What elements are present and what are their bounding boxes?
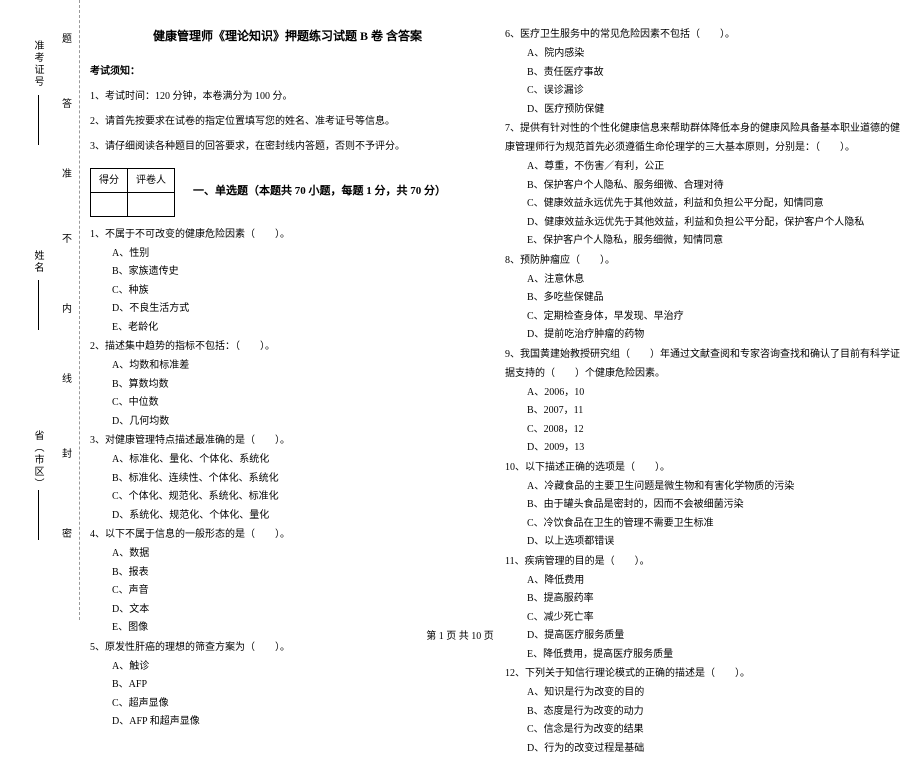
seal-bu: 不	[62, 230, 72, 245]
option: C、冷饮食品在卫生的管理不需要卫生标准	[505, 515, 900, 534]
option: D、医疗预防保健	[505, 101, 900, 120]
question: 2、描述集中趋势的指标不包括：（ ）。	[90, 337, 485, 356]
option: D、文本	[90, 601, 485, 620]
left-questions: 1、不属于不可改变的健康危险因素（ ）。A、性别B、家族遗传史C、种族D、不良生…	[90, 225, 485, 732]
option: D、行为的改变过程是基础	[505, 740, 900, 758]
option: B、AFP	[90, 676, 485, 695]
left-column: 健康管理师《理论知识》押题练习试题 B 卷 含答案 考试须知： 1、考试时间：1…	[90, 25, 485, 758]
notice-header: 考试须知：	[90, 62, 485, 81]
option: B、提高服药率	[505, 590, 900, 609]
option: A、院内感染	[505, 45, 900, 64]
question: 7、提供有针对性的个性化健康信息来帮助群体降低本身的健康风险具备基本职业道德的健…	[505, 119, 900, 157]
option: C、超声显像	[90, 695, 485, 714]
option: C、声音	[90, 582, 485, 601]
question: 4、以下不属于信息的一般形态的是（ ）。	[90, 525, 485, 544]
option: E、保护客户个人隐私，服务细微，知情同意	[505, 232, 900, 251]
option: A、冷藏食品的主要卫生问题是微生物和有害化学物质的污染	[505, 478, 900, 497]
option: D、以上选项都错误	[505, 533, 900, 552]
option: D、提前吃治疗肿瘤的药物	[505, 326, 900, 345]
option: A、2006，10	[505, 384, 900, 403]
seal-nei: 内	[62, 300, 72, 315]
option: C、种族	[90, 282, 485, 301]
option: B、态度是行为改变的动力	[505, 703, 900, 722]
option: B、家族遗传史	[90, 263, 485, 282]
seal-mi: 密	[62, 525, 72, 540]
province-line	[38, 490, 39, 540]
question: 11、疾病管理的目的是（ ）。	[505, 552, 900, 571]
option: A、数据	[90, 545, 485, 564]
admission-label: 准考证号	[30, 40, 45, 88]
exam-title: 健康管理师《理论知识》押题练习试题 B 卷 含答案	[90, 25, 485, 48]
page-content: 健康管理师《理论知识》押题练习试题 B 卷 含答案 考试须知： 1、考试时间：1…	[90, 25, 900, 758]
option: A、知识是行为改变的目的	[505, 684, 900, 703]
seal-xian: 线	[62, 370, 72, 385]
score-row: 得分 评卷人 一、单选题（本题共 70 小题，每题 1 分，共 70 分）	[90, 162, 485, 221]
option: D、系统化、规范化、个体化、量化	[90, 507, 485, 526]
option: D、健康效益永远优先于其他效益，利益和负担公平分配，保护客户个人隐私	[505, 214, 900, 233]
question: 9、我国黄建始教授研究组（ ）年通过文献查阅和专家咨询查找和确认了目前有科学证据…	[505, 345, 900, 383]
seal-feng: 封	[62, 445, 72, 460]
option: A、性别	[90, 245, 485, 264]
question: 1、不属于不可改变的健康危险因素（ ）。	[90, 225, 485, 244]
right-column: 6、医疗卫生服务中的常见危险因素不包括（ ）。A、院内感染B、责任医疗事故C、误…	[505, 25, 900, 758]
option: C、信念是行为改变的结果	[505, 721, 900, 740]
option: D、几何均数	[90, 413, 485, 432]
option: C、中位数	[90, 394, 485, 413]
option: C、2008，12	[505, 421, 900, 440]
option: B、保护客户个人隐私、服务细微、合理对待	[505, 177, 900, 196]
option: B、算数均数	[90, 376, 485, 395]
option: D、不良生活方式	[90, 300, 485, 319]
notice-2: 2、请首先按要求在试卷的指定位置填写您的姓名、准考证号等信息。	[90, 112, 485, 131]
option: A、触诊	[90, 658, 485, 677]
question: 6、医疗卫生服务中的常见危险因素不包括（ ）。	[505, 25, 900, 44]
option: E、降低费用，提高医疗服务质量	[505, 646, 900, 665]
seal-da: 答	[62, 95, 72, 110]
province-label: 省（市区）	[30, 430, 45, 490]
option: B、多吃些保健品	[505, 289, 900, 308]
option: A、标准化、量化、个体化、系统化	[90, 451, 485, 470]
part-title: 一、单选题（本题共 70 小题，每题 1 分，共 70 分）	[193, 181, 446, 202]
option: B、标准化、连续性、个体化、系统化	[90, 470, 485, 489]
question: 3、对健康管理特点描述最准确的是（ ）。	[90, 431, 485, 450]
question: 8、预防肿瘤应（ ）。	[505, 251, 900, 270]
option: C、减少死亡率	[505, 609, 900, 628]
score-cell1	[91, 192, 128, 216]
score-table: 得分 评卷人	[90, 168, 175, 217]
score-h2: 评卷人	[128, 168, 175, 192]
name-label: 姓名	[30, 250, 45, 274]
right-questions: 6、医疗卫生服务中的常见危险因素不包括（ ）。A、院内感染B、责任医疗事故C、误…	[505, 25, 900, 758]
score-cell2	[128, 192, 175, 216]
question: 10、以下描述正确的选项是（ ）。	[505, 458, 900, 477]
notice-3: 3、请仔细阅读各种题目的回答要求，在密封线内答题，否则不予评分。	[90, 137, 485, 156]
option: B、由于罐头食品是密封的，因而不会被细菌污染	[505, 496, 900, 515]
option: C、误诊漏诊	[505, 82, 900, 101]
option: B、报表	[90, 564, 485, 583]
score-h1: 得分	[91, 168, 128, 192]
option: A、尊重，不伤害／有利，公正	[505, 158, 900, 177]
seal-zhun: 准	[62, 165, 72, 180]
name-line	[38, 280, 39, 330]
option: B、2007，11	[505, 402, 900, 421]
admission-line	[38, 95, 39, 145]
seal-ti: 题	[62, 30, 72, 45]
question: 12、下列关于知信行理论模式的正确的描述是（ ）。	[505, 664, 900, 683]
notice-1: 1、考试时间：120 分钟，本卷满分为 100 分。	[90, 87, 485, 106]
option: A、均数和标准差	[90, 357, 485, 376]
option: C、定期检查身体，早发现、早治疗	[505, 308, 900, 327]
option: C、个体化、规范化、系统化、标准化	[90, 488, 485, 507]
option: A、降低费用	[505, 572, 900, 591]
binding-column: 准考证号 题 答 准 姓名 不 内 线 省（市区） 封 密	[0, 0, 80, 620]
option: A、注意休息	[505, 271, 900, 290]
option: B、责任医疗事故	[505, 64, 900, 83]
option: D、AFP 和超声显像	[90, 713, 485, 732]
option: D、2009，13	[505, 439, 900, 458]
page-footer: 第 1 页 共 10 页	[0, 627, 920, 642]
option: C、健康效益永远优先于其他效益，利益和负担公平分配，知情同意	[505, 195, 900, 214]
option: E、老龄化	[90, 319, 485, 338]
